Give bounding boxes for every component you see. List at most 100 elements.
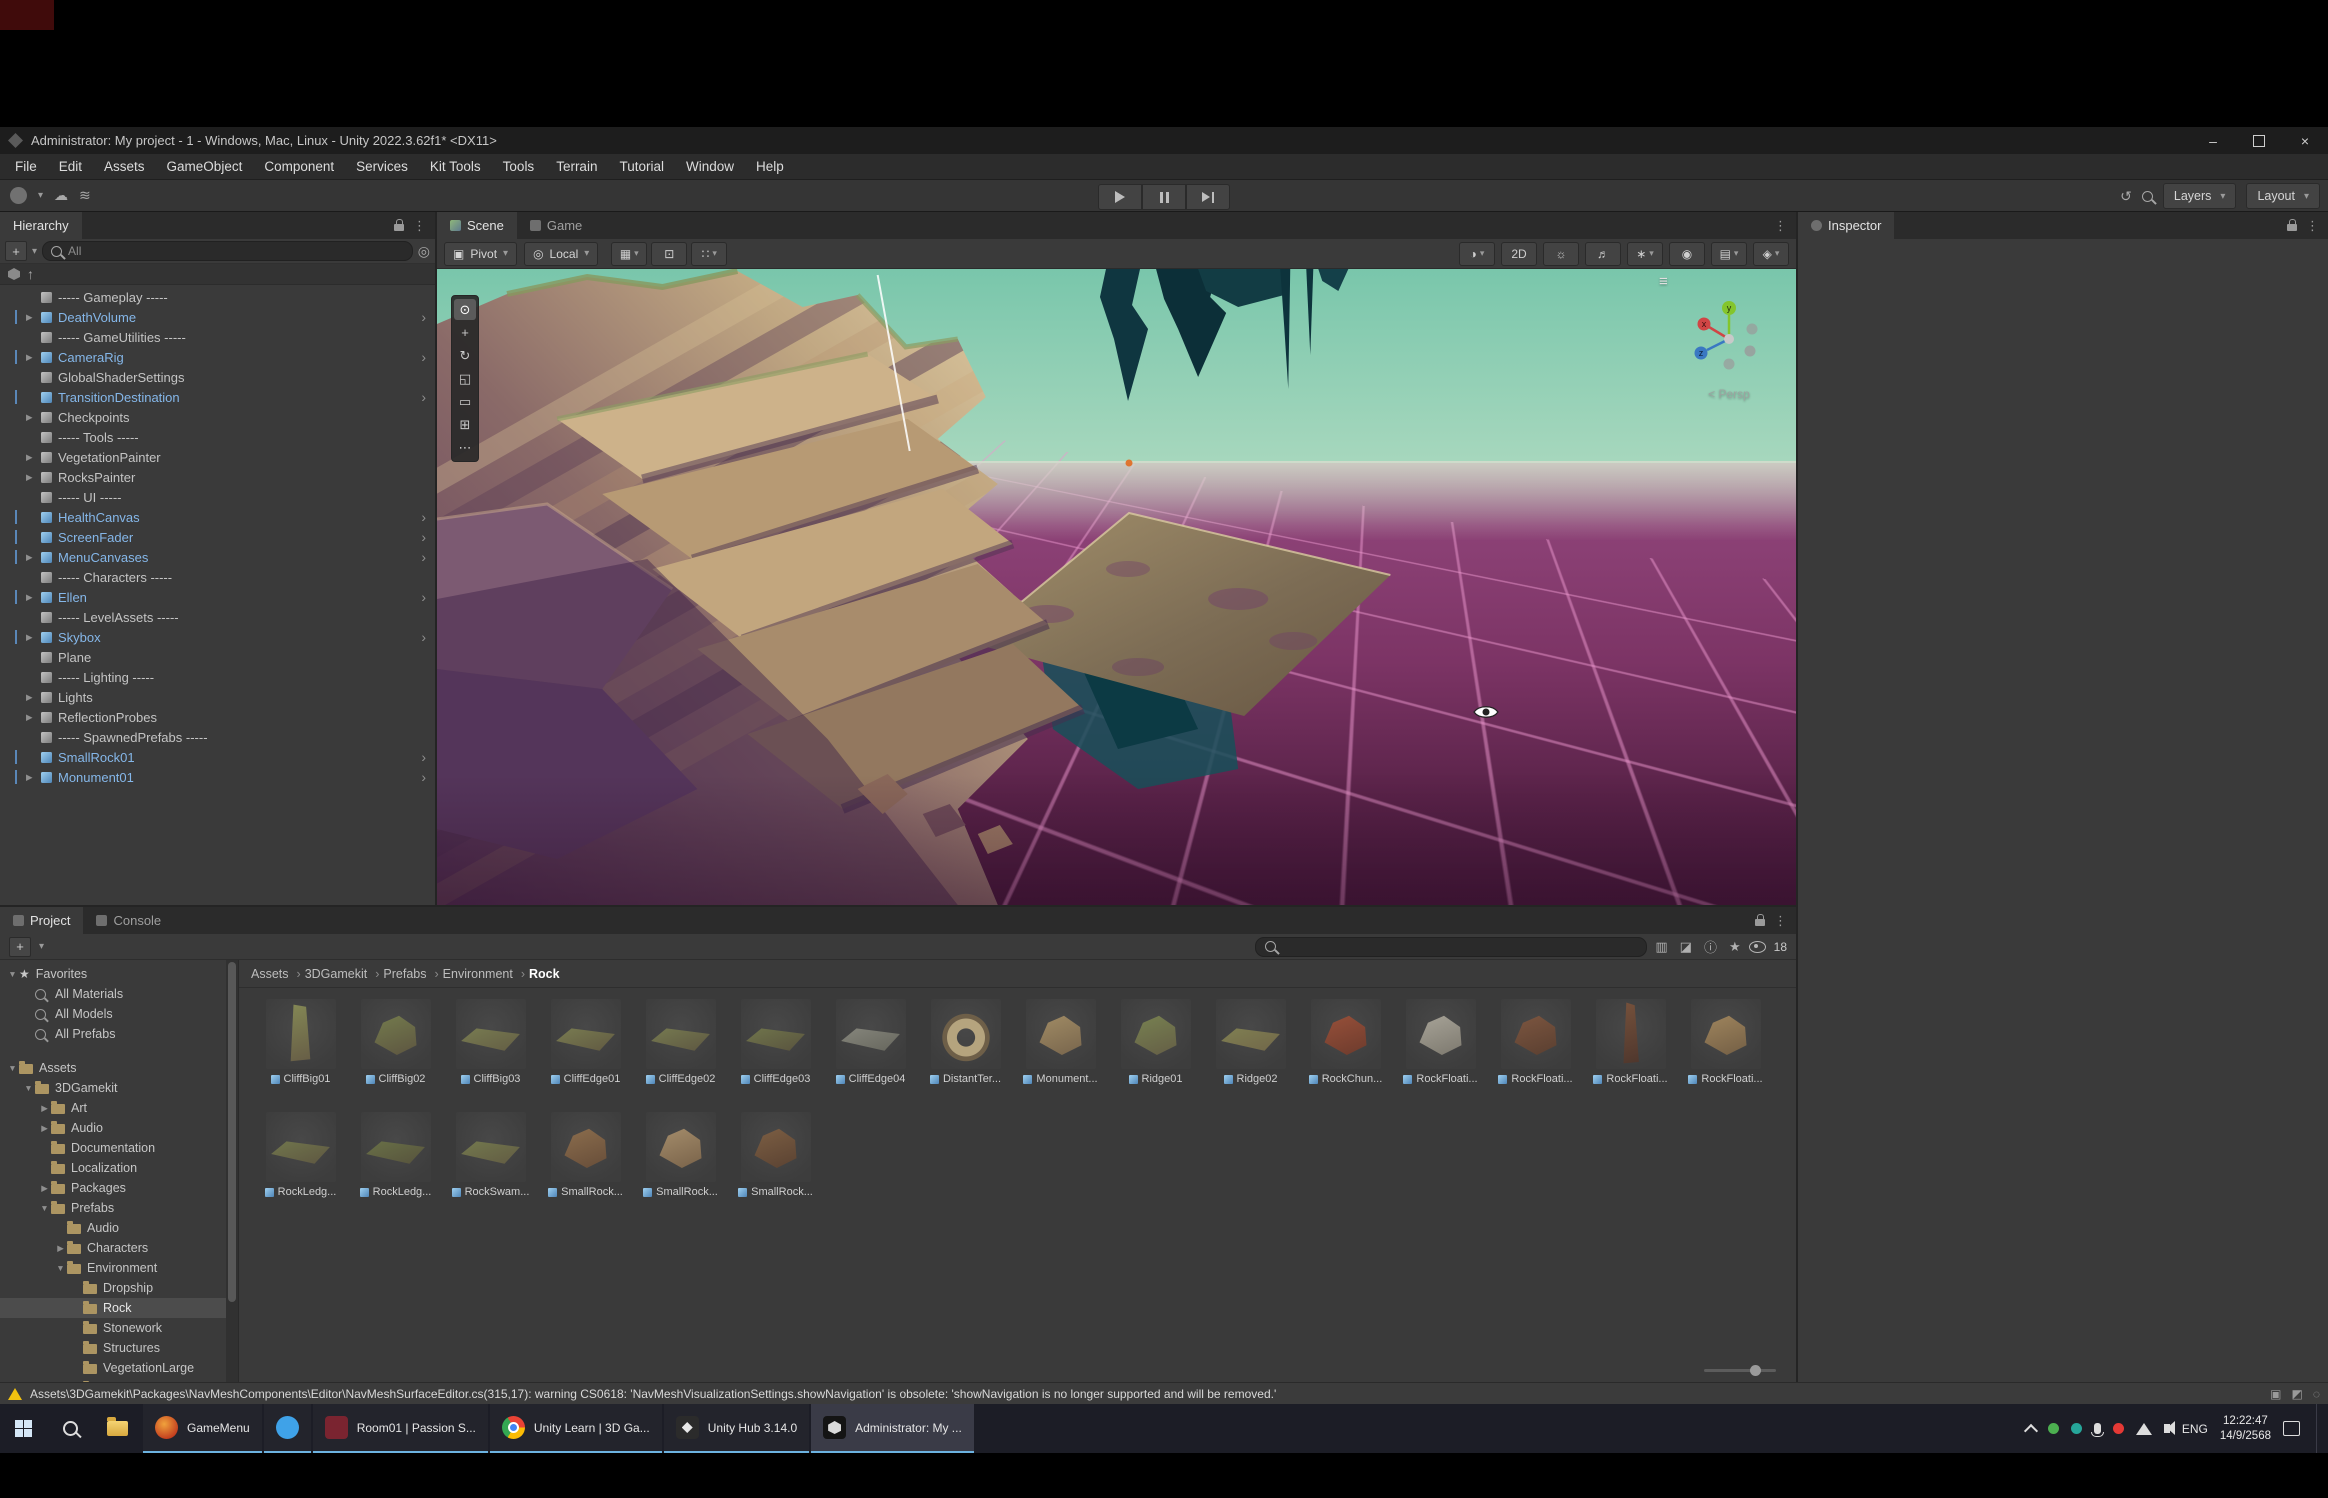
hierarchy-item[interactable]: DeathVolume: [0, 307, 435, 327]
create-asset-button[interactable]: +: [9, 937, 31, 957]
expand-arrow-icon[interactable]: [54, 1243, 67, 1254]
status-bar[interactable]: Assets\3DGamekit\Packages\NavMeshCompone…: [0, 1382, 2328, 1404]
breadcrumb-item[interactable]: Environment: [443, 967, 525, 981]
rotate-tool-icon[interactable]: ↻: [454, 345, 476, 366]
grid-visibility-dropdown[interactable]: ▦▾: [611, 242, 647, 266]
asset-tile[interactable]: CliffEdge03: [728, 997, 823, 1110]
lock-icon[interactable]: [394, 224, 404, 231]
panel-menu-icon[interactable]: ⋮: [1774, 218, 1787, 234]
asset-tile[interactable]: RockFloati...: [1393, 997, 1488, 1110]
notification-bell-icon[interactable]: ◩: [2292, 1387, 2303, 1401]
hierarchy-item[interactable]: CameraRig: [0, 347, 435, 367]
taskbar-app[interactable]: Administrator: My ...: [811, 1404, 974, 1453]
hierarchy-item[interactable]: Checkpoints: [0, 407, 435, 427]
tree-item[interactable]: 3DGamekit: [0, 1078, 238, 1098]
expand-arrow-icon[interactable]: [6, 969, 19, 979]
gizmos-dropdown[interactable]: ◈▾: [1753, 242, 1789, 266]
menu-item[interactable]: Assets: [93, 154, 156, 179]
breadcrumb-item[interactable]: Rock: [529, 967, 560, 981]
view-tool-icon[interactable]: ⊙: [454, 299, 476, 320]
menu-item[interactable]: File: [4, 154, 48, 179]
asset-tile[interactable]: SmallRock...: [538, 1110, 633, 1223]
hierarchy-item[interactable]: ----- UI -----: [0, 487, 435, 507]
persp-toggle-icon[interactable]: <: [1708, 387, 1715, 401]
asset-tile[interactable]: Ridge02: [1203, 997, 1298, 1110]
open-asset-icon[interactable]: ▥: [1655, 939, 1667, 955]
language-indicator[interactable]: ENG: [2182, 1422, 2208, 1436]
scrollbar-thumb[interactable]: [228, 962, 236, 1302]
tree-item[interactable]: Stonework: [0, 1318, 238, 1338]
asset-tile[interactable]: Monument...: [1013, 997, 1108, 1110]
hierarchy-item[interactable]: Plane: [0, 647, 435, 667]
asset-tile[interactable]: CliffEdge02: [633, 997, 728, 1110]
hierarchy-item[interactable]: ----- Gameplay -----: [0, 287, 435, 307]
account-avatar[interactable]: [10, 187, 27, 204]
asset-tile[interactable]: RockFloati...: [1488, 997, 1583, 1110]
tab-console[interactable]: Console: [83, 907, 174, 934]
view-2d-toggle[interactable]: 2D: [1501, 242, 1537, 266]
shading-mode-dropdown[interactable]: ◑▾: [1459, 242, 1495, 266]
start-button[interactable]: [0, 1404, 47, 1453]
create-asset-caret-icon[interactable]: ▾: [39, 941, 44, 952]
tree-item[interactable]: Rock: [0, 1298, 238, 1318]
expand-arrow-icon[interactable]: [38, 1183, 51, 1194]
orientation-gizmo[interactable]: y x z: [1684, 291, 1774, 381]
hierarchy-item[interactable]: Ellen: [0, 587, 435, 607]
rect-tool-icon[interactable]: ▭: [454, 391, 476, 412]
panel-menu-icon[interactable]: ⋮: [413, 218, 426, 234]
undo-history-icon[interactable]: ↺: [2120, 188, 2132, 205]
tree-item[interactable]: Environment: [0, 1258, 238, 1278]
breadcrumb-item[interactable]: Assets: [251, 967, 301, 981]
expand-arrow-icon[interactable]: [6, 1063, 19, 1073]
scene-viewport[interactable]: ⊙ + ↻ ◱ ▭: [437, 269, 1796, 905]
tab-inspector[interactable]: Inspector: [1798, 212, 1894, 239]
tree-item[interactable]: Structures: [0, 1338, 238, 1358]
pause-button[interactable]: [1142, 184, 1186, 210]
menu-item[interactable]: Component: [253, 154, 345, 179]
expand-arrow-icon[interactable]: [26, 312, 41, 323]
menu-item[interactable]: Services: [345, 154, 419, 179]
hierarchy-item[interactable]: ----- Characters -----: [0, 567, 435, 587]
hierarchy-item[interactable]: ----- Lighting -----: [0, 667, 435, 687]
expand-arrow-icon[interactable]: [38, 1123, 51, 1134]
expand-arrow-icon[interactable]: [26, 352, 41, 363]
tree-item[interactable]: Prefabs: [0, 1198, 238, 1218]
panel-menu-icon[interactable]: ⋮: [1774, 913, 1787, 929]
hierarchy-item[interactable]: ----- SpawnedPrefabs -----: [0, 727, 435, 747]
expand-arrow-icon[interactable]: [54, 1263, 67, 1273]
hierarchy-item[interactable]: SmallRock01: [0, 747, 435, 767]
restore-button[interactable]: [2236, 127, 2282, 154]
expand-arrow-icon[interactable]: [26, 592, 41, 603]
tree-item[interactable]: [0, 1044, 238, 1058]
scale-tool-icon[interactable]: ◱: [454, 368, 476, 389]
project-search-input[interactable]: [1255, 937, 1647, 957]
scene-visibility-toggle[interactable]: ◉: [1669, 242, 1705, 266]
tree-item[interactable]: All Models: [0, 1004, 238, 1024]
expand-arrow-icon[interactable]: [26, 412, 41, 423]
asset-tile[interactable]: CliffBig03: [443, 997, 538, 1110]
hierarchy-item[interactable]: HealthCanvas: [0, 507, 435, 527]
tree-item[interactable]: Localization: [0, 1158, 238, 1178]
asset-tile[interactable]: Ridge01: [1108, 997, 1203, 1110]
menu-item[interactable]: Kit Tools: [419, 154, 492, 179]
camera-settings-dropdown[interactable]: ▤▾: [1711, 242, 1747, 266]
panel-menu-icon[interactable]: ⋮: [2306, 218, 2319, 234]
tree-item[interactable]: Packages: [0, 1178, 238, 1198]
menu-item[interactable]: Terrain: [545, 154, 608, 179]
tree-item[interactable]: Audio: [0, 1118, 238, 1138]
snap-increment-toggle[interactable]: ⊡: [651, 242, 687, 266]
asset-tile[interactable]: RockSwam...: [443, 1110, 538, 1223]
layout-dropdown[interactable]: Layout▾: [2246, 183, 2320, 209]
expand-arrow-icon[interactable]: [26, 712, 41, 723]
menu-item[interactable]: Window: [675, 154, 745, 179]
asset-tile[interactable]: CliffEdge01: [538, 997, 633, 1110]
info-icon[interactable]: ⓘ: [1704, 937, 1717, 956]
hierarchy-item[interactable]: ----- LevelAssets -----: [0, 607, 435, 627]
move-tool-icon[interactable]: +: [454, 322, 476, 343]
clock[interactable]: 12:22:47 14/9/2568: [2220, 1414, 2271, 1444]
tab-hierarchy[interactable]: Hierarchy: [0, 212, 82, 239]
breadcrumb-item[interactable]: Prefabs: [383, 967, 438, 981]
tree-item[interactable]: Art: [0, 1098, 238, 1118]
hierarchy-item[interactable]: ----- GameUtilities -----: [0, 327, 435, 347]
taskbar-app[interactable]: GameMenu: [143, 1404, 262, 1453]
